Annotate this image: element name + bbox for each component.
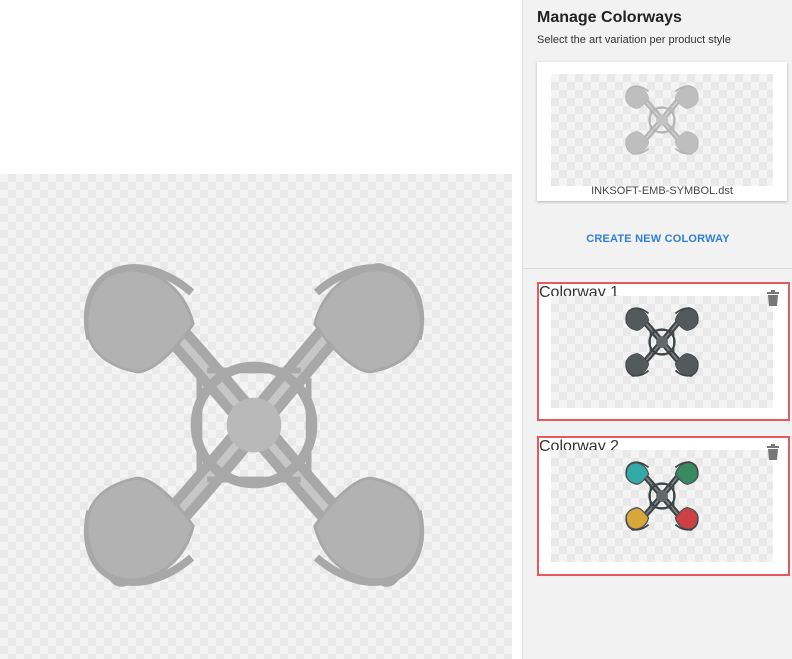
design-canvas[interactable]: [0, 174, 512, 659]
colorway-2-preview: [551, 450, 773, 562]
create-colorway-button[interactable]: CREATE NEW COLORWAY: [523, 233, 792, 245]
trash-icon[interactable]: [766, 444, 780, 460]
colorway-2-thumbnail: [625, 461, 699, 531]
colorway-1-preview: [551, 296, 773, 408]
trash-icon[interactable]: [766, 290, 780, 306]
colorway-1-thumbnail: [625, 307, 699, 377]
panel-title: Manage Colorways: [537, 9, 682, 26]
source-art-card[interactable]: INKSOFT-EMB-SYMBOL.dst: [537, 62, 787, 201]
colorway-card-2[interactable]: Colorway 2: [537, 436, 790, 576]
embroidery-design: [84, 263, 424, 587]
divider: [523, 268, 792, 269]
colorway-panel: Manage Colorways Select the art variatio…: [522, 0, 792, 659]
design-art: [84, 263, 424, 587]
source-art-thumbnail: [625, 85, 699, 155]
source-art-filename: INKSOFT-EMB-SYMBOL.dst: [591, 185, 733, 197]
colorway-card-1[interactable]: Colorway 1: [537, 282, 790, 421]
source-art-preview: [551, 74, 773, 186]
panel-subtitle: Select the art variation per product sty…: [537, 34, 731, 46]
